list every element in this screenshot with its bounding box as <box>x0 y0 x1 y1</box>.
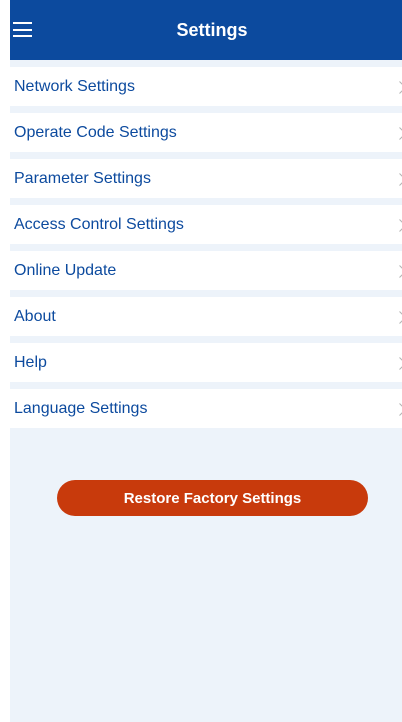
restore-factory-settings-button[interactable]: Restore Factory Settings <box>57 480 368 516</box>
settings-item-label: Network Settings <box>14 77 135 95</box>
restore-container: Restore Factory Settings <box>57 480 368 516</box>
settings-screen: Settings Network Settings Operate Code S… <box>0 0 402 722</box>
settings-item-access-control[interactable]: Access Control Settings <box>10 205 402 244</box>
settings-item-help[interactable]: Help <box>10 343 402 382</box>
settings-item-operate-code[interactable]: Operate Code Settings <box>10 113 402 152</box>
settings-item-label: Online Update <box>14 261 117 279</box>
settings-item-language[interactable]: Language Settings <box>10 389 402 428</box>
app-header: Settings <box>10 0 402 60</box>
settings-list: Network Settings Operate Code Settings P… <box>10 67 402 428</box>
settings-item-label: Language Settings <box>14 399 148 417</box>
settings-item-label: Parameter Settings <box>14 169 151 187</box>
settings-item-label: About <box>14 307 56 325</box>
settings-item-parameter[interactable]: Parameter Settings <box>10 159 402 198</box>
settings-item-online-update[interactable]: Online Update <box>10 251 402 290</box>
settings-item-label: Operate Code Settings <box>14 123 177 141</box>
settings-item-about[interactable]: About <box>10 297 402 336</box>
page-title: Settings <box>176 19 248 40</box>
settings-item-label: Help <box>14 353 47 371</box>
hamburger-menu-icon[interactable] <box>13 22 32 37</box>
settings-item-label: Access Control Settings <box>14 215 184 233</box>
settings-item-network[interactable]: Network Settings <box>10 67 402 106</box>
